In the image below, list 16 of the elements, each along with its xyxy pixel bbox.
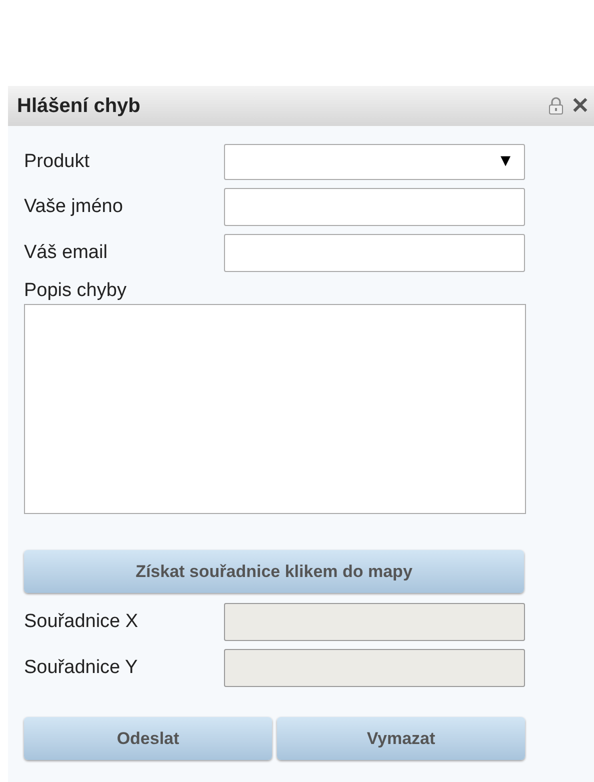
field-label: Produkt bbox=[24, 151, 90, 173]
input-field[interactable] bbox=[224, 234, 525, 272]
map-coordinates-button[interactable]: Získat souřadnice klikem do mapy bbox=[24, 550, 524, 593]
close-button[interactable]: ✕ bbox=[570, 93, 594, 119]
product-dropdown[interactable]: ▼ bbox=[224, 144, 525, 180]
field-label: Vaše jméno bbox=[24, 196, 124, 218]
description-field[interactable] bbox=[24, 304, 526, 514]
field-label: Souřadnice Y bbox=[24, 657, 139, 679]
field-label: Popis chyby bbox=[24, 280, 128, 302]
window-title: Hlášení chyb bbox=[17, 94, 142, 118]
lock-icon[interactable] bbox=[548, 97, 564, 115]
field-label: Souřadnice X bbox=[24, 611, 140, 633]
form-button[interactable]: Odeslat bbox=[24, 717, 272, 760]
input-field[interactable] bbox=[224, 188, 525, 226]
field-label: Váš email bbox=[24, 242, 108, 264]
form-button[interactable]: Vymazat bbox=[277, 717, 525, 760]
